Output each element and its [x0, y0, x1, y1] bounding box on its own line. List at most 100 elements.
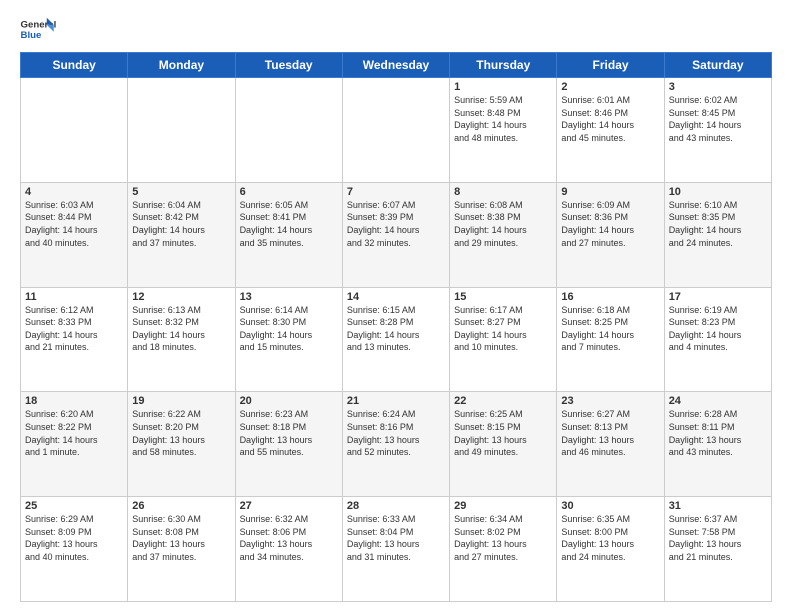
day-info: Sunrise: 6:34 AM Sunset: 8:02 PM Dayligh…	[454, 513, 552, 563]
calendar-cell: 23Sunrise: 6:27 AM Sunset: 8:13 PM Dayli…	[557, 392, 664, 497]
calendar-cell: 4Sunrise: 6:03 AM Sunset: 8:44 PM Daylig…	[21, 182, 128, 287]
calendar-cell	[128, 78, 235, 183]
day-number: 18	[25, 395, 123, 407]
day-number: 30	[561, 500, 659, 512]
calendar-cell	[342, 78, 449, 183]
calendar-cell: 20Sunrise: 6:23 AM Sunset: 8:18 PM Dayli…	[235, 392, 342, 497]
header: General Blue	[20, 16, 772, 44]
day-info: Sunrise: 6:09 AM Sunset: 8:36 PM Dayligh…	[561, 199, 659, 249]
calendar-cell	[21, 78, 128, 183]
day-number: 22	[454, 395, 552, 407]
day-info: Sunrise: 6:03 AM Sunset: 8:44 PM Dayligh…	[25, 199, 123, 249]
day-number: 11	[25, 291, 123, 303]
day-info: Sunrise: 6:24 AM Sunset: 8:16 PM Dayligh…	[347, 408, 445, 458]
week-row-5: 25Sunrise: 6:29 AM Sunset: 8:09 PM Dayli…	[21, 497, 772, 602]
calendar-cell: 14Sunrise: 6:15 AM Sunset: 8:28 PM Dayli…	[342, 287, 449, 392]
day-number: 31	[669, 500, 767, 512]
day-number: 5	[132, 186, 230, 198]
day-info: Sunrise: 6:27 AM Sunset: 8:13 PM Dayligh…	[561, 408, 659, 458]
calendar-cell: 8Sunrise: 6:08 AM Sunset: 8:38 PM Daylig…	[450, 182, 557, 287]
calendar-table: SundayMondayTuesdayWednesdayThursdayFrid…	[20, 52, 772, 602]
calendar-cell: 30Sunrise: 6:35 AM Sunset: 8:00 PM Dayli…	[557, 497, 664, 602]
calendar-cell: 18Sunrise: 6:20 AM Sunset: 8:22 PM Dayli…	[21, 392, 128, 497]
day-number: 4	[25, 186, 123, 198]
day-info: Sunrise: 6:07 AM Sunset: 8:39 PM Dayligh…	[347, 199, 445, 249]
day-info: Sunrise: 6:33 AM Sunset: 8:04 PM Dayligh…	[347, 513, 445, 563]
day-info: Sunrise: 6:22 AM Sunset: 8:20 PM Dayligh…	[132, 408, 230, 458]
day-number: 28	[347, 500, 445, 512]
day-number: 6	[240, 186, 338, 198]
day-info: Sunrise: 6:05 AM Sunset: 8:41 PM Dayligh…	[240, 199, 338, 249]
day-info: Sunrise: 5:59 AM Sunset: 8:48 PM Dayligh…	[454, 94, 552, 144]
day-number: 17	[669, 291, 767, 303]
calendar-cell: 9Sunrise: 6:09 AM Sunset: 8:36 PM Daylig…	[557, 182, 664, 287]
day-info: Sunrise: 6:08 AM Sunset: 8:38 PM Dayligh…	[454, 199, 552, 249]
calendar-cell: 10Sunrise: 6:10 AM Sunset: 8:35 PM Dayli…	[664, 182, 771, 287]
calendar-cell: 26Sunrise: 6:30 AM Sunset: 8:08 PM Dayli…	[128, 497, 235, 602]
day-info: Sunrise: 6:04 AM Sunset: 8:42 PM Dayligh…	[132, 199, 230, 249]
day-number: 23	[561, 395, 659, 407]
day-info: Sunrise: 6:13 AM Sunset: 8:32 PM Dayligh…	[132, 304, 230, 354]
weekday-friday: Friday	[557, 53, 664, 78]
day-info: Sunrise: 6:18 AM Sunset: 8:25 PM Dayligh…	[561, 304, 659, 354]
calendar-cell: 15Sunrise: 6:17 AM Sunset: 8:27 PM Dayli…	[450, 287, 557, 392]
svg-text:Blue: Blue	[21, 30, 42, 41]
weekday-monday: Monday	[128, 53, 235, 78]
day-number: 16	[561, 291, 659, 303]
calendar-cell: 16Sunrise: 6:18 AM Sunset: 8:25 PM Dayli…	[557, 287, 664, 392]
day-info: Sunrise: 6:14 AM Sunset: 8:30 PM Dayligh…	[240, 304, 338, 354]
day-info: Sunrise: 6:37 AM Sunset: 7:58 PM Dayligh…	[669, 513, 767, 563]
day-number: 29	[454, 500, 552, 512]
weekday-sunday: Sunday	[21, 53, 128, 78]
day-number: 13	[240, 291, 338, 303]
week-row-3: 11Sunrise: 6:12 AM Sunset: 8:33 PM Dayli…	[21, 287, 772, 392]
day-info: Sunrise: 6:02 AM Sunset: 8:45 PM Dayligh…	[669, 94, 767, 144]
week-row-1: 1Sunrise: 5:59 AM Sunset: 8:48 PM Daylig…	[21, 78, 772, 183]
day-info: Sunrise: 6:25 AM Sunset: 8:15 PM Dayligh…	[454, 408, 552, 458]
day-info: Sunrise: 6:15 AM Sunset: 8:28 PM Dayligh…	[347, 304, 445, 354]
logo-icon: General Blue	[20, 16, 56, 44]
day-number: 24	[669, 395, 767, 407]
day-number: 1	[454, 81, 552, 93]
day-number: 25	[25, 500, 123, 512]
calendar-cell: 12Sunrise: 6:13 AM Sunset: 8:32 PM Dayli…	[128, 287, 235, 392]
day-number: 12	[132, 291, 230, 303]
day-number: 26	[132, 500, 230, 512]
day-number: 7	[347, 186, 445, 198]
weekday-thursday: Thursday	[450, 53, 557, 78]
calendar-cell: 29Sunrise: 6:34 AM Sunset: 8:02 PM Dayli…	[450, 497, 557, 602]
calendar-cell: 13Sunrise: 6:14 AM Sunset: 8:30 PM Dayli…	[235, 287, 342, 392]
calendar-cell: 31Sunrise: 6:37 AM Sunset: 7:58 PM Dayli…	[664, 497, 771, 602]
day-info: Sunrise: 6:28 AM Sunset: 8:11 PM Dayligh…	[669, 408, 767, 458]
day-info: Sunrise: 6:01 AM Sunset: 8:46 PM Dayligh…	[561, 94, 659, 144]
day-info: Sunrise: 6:30 AM Sunset: 8:08 PM Dayligh…	[132, 513, 230, 563]
calendar-cell: 2Sunrise: 6:01 AM Sunset: 8:46 PM Daylig…	[557, 78, 664, 183]
logo: General Blue	[20, 16, 56, 44]
calendar-cell: 22Sunrise: 6:25 AM Sunset: 8:15 PM Dayli…	[450, 392, 557, 497]
calendar-cell: 19Sunrise: 6:22 AM Sunset: 8:20 PM Dayli…	[128, 392, 235, 497]
day-info: Sunrise: 6:23 AM Sunset: 8:18 PM Dayligh…	[240, 408, 338, 458]
week-row-2: 4Sunrise: 6:03 AM Sunset: 8:44 PM Daylig…	[21, 182, 772, 287]
day-info: Sunrise: 6:17 AM Sunset: 8:27 PM Dayligh…	[454, 304, 552, 354]
day-number: 14	[347, 291, 445, 303]
calendar-cell: 3Sunrise: 6:02 AM Sunset: 8:45 PM Daylig…	[664, 78, 771, 183]
weekday-tuesday: Tuesday	[235, 53, 342, 78]
day-number: 19	[132, 395, 230, 407]
day-info: Sunrise: 6:29 AM Sunset: 8:09 PM Dayligh…	[25, 513, 123, 563]
day-info: Sunrise: 6:19 AM Sunset: 8:23 PM Dayligh…	[669, 304, 767, 354]
day-number: 27	[240, 500, 338, 512]
calendar-cell: 28Sunrise: 6:33 AM Sunset: 8:04 PM Dayli…	[342, 497, 449, 602]
weekday-wednesday: Wednesday	[342, 53, 449, 78]
calendar-cell	[235, 78, 342, 183]
calendar-cell: 11Sunrise: 6:12 AM Sunset: 8:33 PM Dayli…	[21, 287, 128, 392]
day-info: Sunrise: 6:10 AM Sunset: 8:35 PM Dayligh…	[669, 199, 767, 249]
day-number: 8	[454, 186, 552, 198]
day-number: 15	[454, 291, 552, 303]
calendar-cell: 27Sunrise: 6:32 AM Sunset: 8:06 PM Dayli…	[235, 497, 342, 602]
calendar-cell: 7Sunrise: 6:07 AM Sunset: 8:39 PM Daylig…	[342, 182, 449, 287]
day-number: 20	[240, 395, 338, 407]
day-number: 2	[561, 81, 659, 93]
weekday-saturday: Saturday	[664, 53, 771, 78]
day-number: 10	[669, 186, 767, 198]
calendar-cell: 21Sunrise: 6:24 AM Sunset: 8:16 PM Dayli…	[342, 392, 449, 497]
